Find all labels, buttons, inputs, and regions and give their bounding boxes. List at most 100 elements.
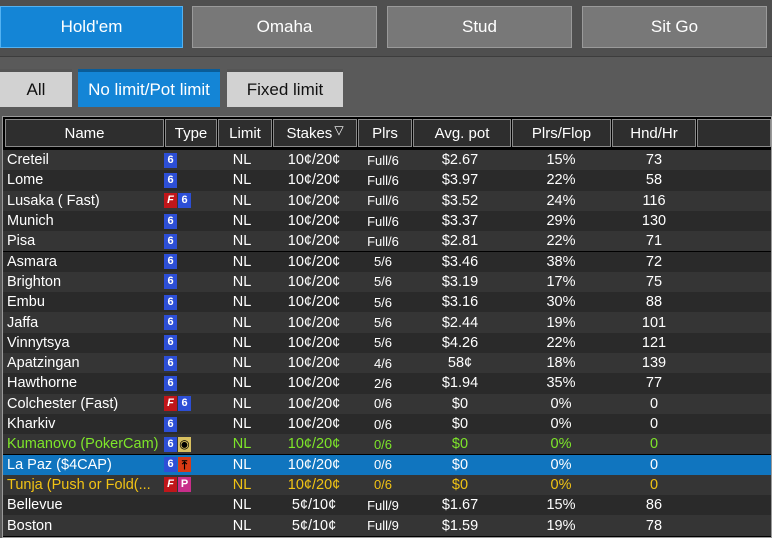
six-max-icon: 6 [164,294,177,310]
table-name: Bellevue [7,497,63,514]
table-type-badges: 6 [163,150,215,170]
table-plrs-flop: 22% [546,334,576,351]
fast-table-icon: F [164,396,177,412]
table-stakes: 10¢/20¢ [287,355,341,372]
table-row[interactable]: Vinnytsya NL 10¢/20¢ 5/6 $4.26 22% 121 6 [3,332,771,353]
column-header-limit[interactable]: Limit [218,119,272,147]
table-row[interactable]: Asmara NL 10¢/20¢ 5/6 $3.46 38% 72 6 [3,251,771,272]
table-limit: NL [232,273,252,290]
table-limit: NL [232,334,252,351]
table-row[interactable]: Tunja (Push or Fold(... NL 10¢/20¢ 0/6 $0 0% 0… [3,474,771,496]
six-max-icon: 6 [178,396,191,412]
table-limit: NL [232,476,252,493]
table-type-badges: FP [163,475,215,495]
table-name: Hawthorne [7,375,78,392]
table-players: Full/9 [367,497,399,513]
table-row[interactable]: Kharkiv NL 10¢/20¢ 0/6 $0 0% 0 6 [3,413,771,435]
table-stakes: 10¢/20¢ [287,395,341,412]
table-row[interactable]: Pisa NL 10¢/20¢ Full/6 $2.81 22% 71 6 [3,231,771,252]
table-type-badges: 6 ◉ [163,434,215,454]
table-avg-pot: $3.16 [441,294,479,311]
table-avg-pot: $4.26 [441,334,479,351]
six-max-icon: 6 [164,152,177,168]
tab-holdem[interactable]: Hold'em [0,6,183,48]
table-row[interactable]: Creteil NL 10¢/20¢ Full/6 $2.67 15% 73 6 [3,150,771,171]
column-header-plrs[interactable]: Plrs [358,119,412,147]
table-name: Kumanovo (PokerCam) [7,436,159,453]
table-header: Name Type Limit Stakes ▽ Plrs Avg. pot P… [3,117,771,149]
table-limit: NL [232,233,252,250]
table-hands-per-hour: 0 [649,395,659,412]
table-list: Name Type Limit Stakes ▽ Plrs Avg. pot P… [2,116,772,538]
table-row[interactable]: Bellevue NL 5¢/10¢ Full/9 $1.67 15% 86 [3,495,771,516]
table-name: Pisa [7,233,36,250]
table-limit: NL [232,253,252,270]
table-avg-pot: $0 [451,456,469,473]
table-hands-per-hour: 0 [649,436,659,453]
table-limit: NL [232,456,252,473]
column-header-type[interactable]: Type [165,119,217,147]
table-limit: NL [232,497,252,514]
table-type-badges: 6 [163,414,215,434]
table-name: Apatzingan [7,355,80,372]
table-players: 0/6 [373,416,393,432]
table-limit: NL [232,213,252,230]
cap-icon: ⤒ [178,457,191,473]
table-type-badges: 6 [163,211,215,231]
column-header-name[interactable]: Name [5,119,164,147]
table-avg-pot: $1.59 [441,517,479,534]
table-row[interactable]: Hawthorne NL 10¢/20¢ 2/6 $1.94 35% 77 6 [3,373,771,394]
table-name: Lusaka ( Fast) [7,192,100,209]
table-players: Full/9 [367,518,399,534]
six-max-icon: 6 [164,172,177,188]
table-players: 0/6 [373,457,393,473]
table-row[interactable]: Kumanovo (PokerCam) NL 10¢/20¢ 0/6 $0 0% 0 6 ◉ [3,434,771,455]
sort-descending-icon: ▽ [334,123,344,137]
tab-stud[interactable]: Stud [387,6,572,48]
table-avg-pot: $3.97 [441,172,479,189]
table-row[interactable]: Apatzingan NL 10¢/20¢ 4/6 58¢ 18% 139 6 [3,353,771,374]
table-avg-pot: $1.94 [441,375,479,392]
table-hands-per-hour: 0 [649,476,659,493]
column-header-avg-pot[interactable]: Avg. pot [413,119,511,147]
table-type-badges [163,515,215,535]
table-hands-per-hour: 0 [649,416,659,433]
column-header-hnd-hr[interactable]: Hnd/Hr [612,119,696,147]
table-row[interactable]: Lusaka ( Fast) NL 10¢/20¢ Full/6 $3.52 24% 116… [3,190,771,211]
table-stakes: 10¢/20¢ [287,152,341,169]
table-hands-per-hour: 101 [641,314,667,331]
table-hands-per-hour: 0 [649,456,659,473]
filter-no-limit-button[interactable]: No limit/Pot limit [78,69,220,107]
table-row[interactable]: La Paz ($4CAP) NL 10¢/20¢ 0/6 $0 0% 0 6 ⤒ [3,454,771,475]
table-plrs-flop: 30% [546,294,576,311]
column-header-plrs-flop[interactable]: Plrs/Flop [512,119,611,147]
table-type-badges [163,495,215,515]
table-row[interactable]: Brighton NL 10¢/20¢ 5/6 $3.19 17% 75 6 [3,271,771,293]
table-type-badges: F6 [163,191,215,211]
table-row[interactable]: Boston NL 5¢/10¢ Full/9 $1.59 19% 78 [3,515,771,536]
table-name: Munich [7,213,54,230]
table-row[interactable]: Munich NL 10¢/20¢ Full/6 $3.37 29% 130 6 [3,210,771,232]
table-hands-per-hour: 78 [645,517,663,534]
filter-all-button[interactable]: All [0,69,72,107]
table-row[interactable]: Lome NL 10¢/20¢ Full/6 $3.97 22% 58 6 [3,170,771,191]
table-hands-per-hour: 130 [641,213,667,230]
table-players: 0/6 [373,396,393,412]
table-name: Lome [7,172,44,189]
table-players: 0/6 [373,436,393,452]
table-row[interactable]: Colchester (Fast) NL 10¢/20¢ 0/6 $0 0% 0 F 6 [3,393,771,414]
table-plrs-flop: 18% [546,355,576,372]
table-name: Brighton [7,273,62,290]
tab-omaha[interactable]: Omaha [192,6,377,48]
table-stakes: 10¢/20¢ [287,456,341,473]
table-row[interactable]: Jaffa NL 10¢/20¢ 5/6 $2.44 19% 101 6 [3,312,771,333]
column-header-stakes[interactable]: Stakes ▽ [273,119,357,147]
limit-filter-bar: All No limit/Pot limit Fixed limit [0,56,772,116]
table-players: Full/6 [367,152,399,168]
table-plrs-flop: 0% [550,456,572,473]
tab-sit-go[interactable]: Sit Go [582,6,767,48]
table-row[interactable]: Embu NL 10¢/20¢ 5/6 $3.16 30% 88 6 [3,292,771,313]
table-limit: NL [232,294,252,311]
filter-fixed-limit-button[interactable]: Fixed limit [227,69,343,107]
six-max-icon: 6 [164,416,177,432]
